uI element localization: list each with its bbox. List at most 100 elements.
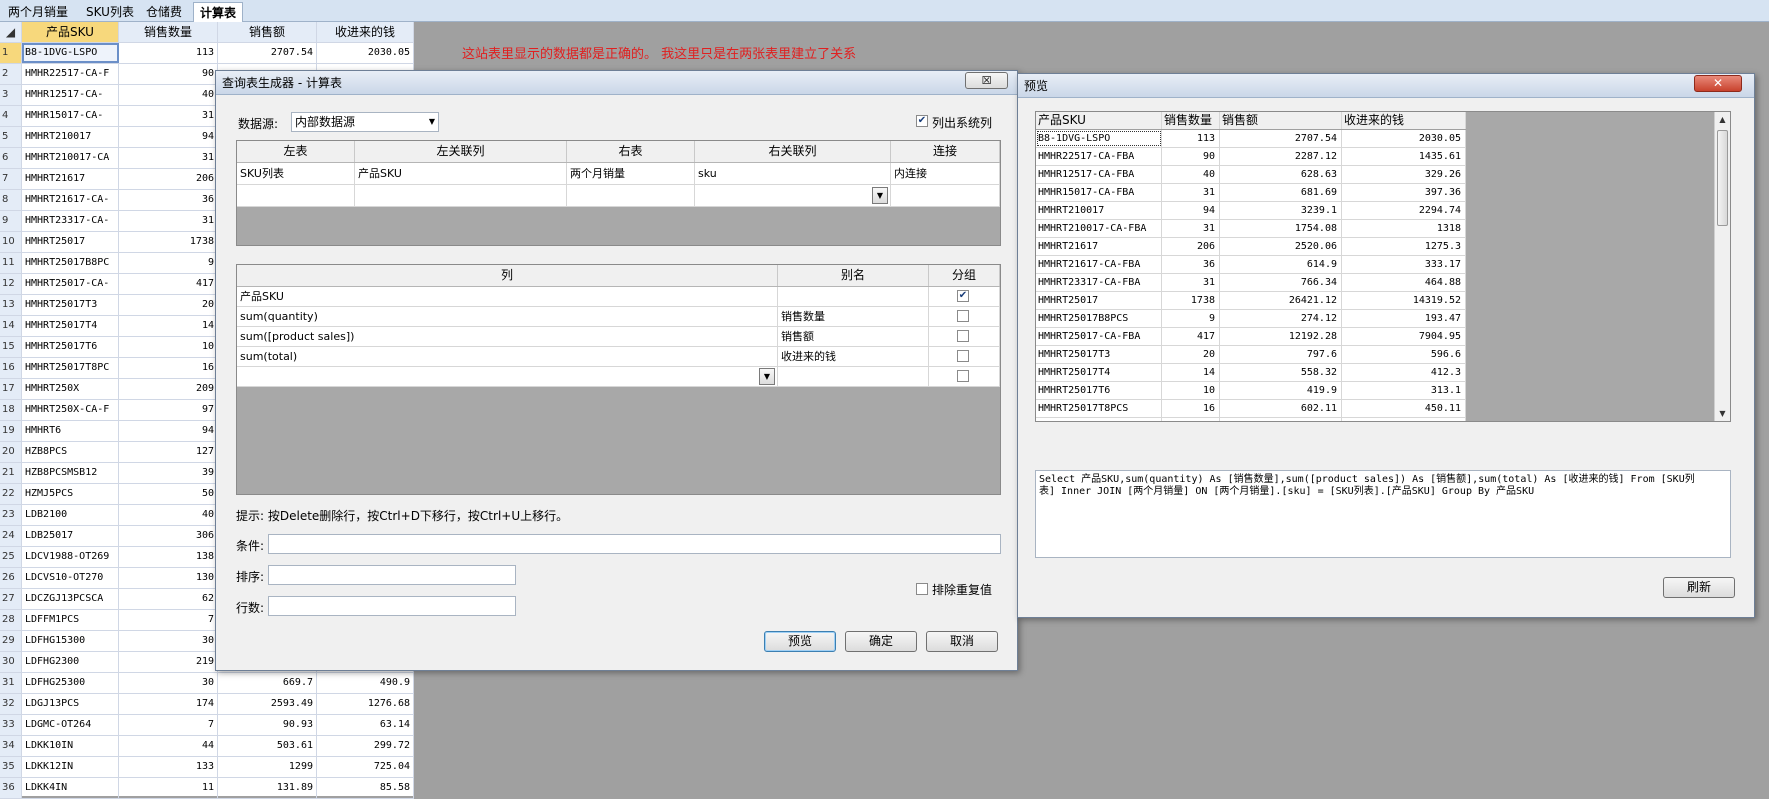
amount-cell[interactable]: 90.93 [218,715,317,735]
sku-cell[interactable]: HMHRT25017T6 [22,337,119,357]
preview-sku-cell[interactable]: HMHRT25017T6 [1036,382,1162,399]
sku-cell[interactable]: HMHR15017-CA- [22,106,119,126]
join-new-right-table-cell[interactable] [567,185,695,206]
income-cell[interactable]: 1276.68 [317,694,414,714]
preview-qty-cell[interactable]: 14 [1162,364,1220,381]
preview-qty-cell[interactable]: 31 [1162,184,1220,201]
sql-text-area[interactable]: Select 产品SKU,sum(quantity) As [销售数量],sum… [1035,470,1731,558]
qty-cell[interactable]: 20 [119,295,218,315]
qty-cell[interactable]: 30 [119,673,218,693]
row-number[interactable]: 31 [0,673,22,693]
qty-cell[interactable]: 39 [119,463,218,483]
income-cell[interactable]: 299.72 [317,736,414,756]
sku-cell[interactable]: LDKK12IN [22,757,119,777]
qty-cell[interactable]: 36 [119,190,218,210]
sku-cell[interactable]: LDFFM1PCS [22,610,119,630]
sku-cell[interactable]: HMHRT21617-CA- [22,190,119,210]
column-expr-cell[interactable]: 产品SKU [237,287,778,306]
sku-cell[interactable]: HMHRT25017B8PC [22,253,119,273]
preview-button[interactable]: 预览 [764,631,836,652]
row-number[interactable]: 24 [0,526,22,546]
preview-qty-cell[interactable]: 20 [1162,346,1220,363]
qty-cell[interactable]: 40 [119,85,218,105]
preview-qty-cell[interactable]: 90 [1162,148,1220,165]
preview-income-cell[interactable]: 7904.95 [1342,328,1466,345]
sku-cell[interactable]: LDB2100 [22,505,119,525]
row-number[interactable]: 27 [0,589,22,609]
sku-cell[interactable]: LDCVS10-OT270 [22,568,119,588]
preview-amount-cell[interactable]: 766.34 [1220,274,1342,291]
preview-amount-cell[interactable]: 12192.28 [1220,328,1342,345]
sku-cell[interactable]: HMHR22517-CA-F [22,64,119,84]
sku-cell[interactable]: LDCV1988-OT269 [22,547,119,567]
preview-income-cell[interactable]: 1275.3 [1342,238,1466,255]
preview-income-cell[interactable]: 464.88 [1342,274,1466,291]
preview-sku-cell[interactable]: HMHRT25017T4 [1036,364,1162,381]
amount-cell[interactable]: 131.89 [218,778,317,798]
sku-cell[interactable]: HMHRT210017 [22,127,119,147]
group-checkbox[interactable]: ✔ [957,290,969,302]
row-number[interactable]: 16 [0,358,22,378]
row-number[interactable]: 6 [0,148,22,168]
preview-income-cell[interactable]: 2599.98 [1342,418,1466,421]
preview-amount-cell[interactable]: 4177.01 [1220,418,1342,421]
join-left-table-cell[interactable]: SKU列表 [237,163,355,184]
preview-row[interactable]: HMHRT21617-CA-FBA 36 614.9 333.17 [1036,256,1466,274]
preview-header-amount[interactable]: 销售额 [1220,112,1342,129]
preview-row[interactable]: B8-1DVG-LSPO 113 2707.54 2030.05 [1036,130,1466,148]
preview-income-cell[interactable]: 2030.05 [1342,130,1466,147]
row-number[interactable]: 30 [0,652,22,672]
preview-income-cell[interactable]: 1318 [1342,220,1466,237]
row-number[interactable]: 23 [0,505,22,525]
preview-sku-cell[interactable]: HMHRT25017B8PCS [1036,310,1162,327]
alias-cell[interactable]: 销售数量 [778,307,929,326]
preview-row[interactable]: HMHRT25017T6 10 419.9 313.1 [1036,382,1466,400]
qty-cell[interactable]: 94 [119,127,218,147]
preview-income-cell[interactable]: 2294.74 [1342,202,1466,219]
preview-amount-cell[interactable]: 3239.1 [1220,202,1342,219]
preview-sku-cell[interactable]: HMHRT25017T8PCS [1036,400,1162,417]
preview-qty-cell[interactable]: 10 [1162,382,1220,399]
join-new-left-col-cell[interactable] [355,185,567,206]
qty-cell[interactable]: 62 [119,589,218,609]
amount-cell[interactable]: 503.61 [218,736,317,756]
scroll-thumb[interactable] [1717,130,1728,226]
sku-cell[interactable]: HMHRT210017-CA [22,148,119,168]
select-all-corner[interactable]: ◢ [0,22,22,42]
qty-cell[interactable]: 206 [119,169,218,189]
amount-cell[interactable]: 669.7 [218,673,317,693]
amount-cell[interactable]: 2707.54 [218,43,317,63]
preview-sku-cell[interactable]: HMHRT250X [1036,418,1162,421]
row-number[interactable]: 34 [0,736,22,756]
preview-row[interactable]: HMHRT25017B8PCS 9 274.12 193.47 [1036,310,1466,328]
preview-sku-cell[interactable]: HMHRT25017 [1036,292,1162,309]
sku-cell[interactable]: HMHRT25017T8PC [22,358,119,378]
row-number[interactable]: 3 [0,85,22,105]
column-header-amount[interactable]: 销售额 [218,22,317,42]
distinct-checkbox[interactable] [916,583,928,595]
qty-cell[interactable]: 113 [119,43,218,63]
sku-cell[interactable]: HMHRT23317-CA- [22,211,119,231]
preview-row[interactable]: HMHRT210017-CA-FBA 31 1754.08 1318 [1036,220,1466,238]
sku-cell[interactable]: B8-1DVG-LSPO [22,43,119,63]
preview-row[interactable]: HMHRT25017-CA-FBA 417 12192.28 7904.95 [1036,328,1466,346]
column-def-row[interactable]: ▼ [237,367,1000,387]
sku-cell[interactable]: HZMJ5PCS [22,484,119,504]
tab-storage-fee[interactable]: 仓储费 [140,2,188,22]
column-expr-cell[interactable]: sum(quantity) [237,307,778,326]
preview-amount-cell[interactable]: 681.69 [1220,184,1342,201]
sku-cell[interactable]: HZB8PCS [22,442,119,462]
join-new-row[interactable]: ▼ [237,185,1000,207]
preview-scrollbar[interactable]: ▲ ▼ [1714,112,1730,421]
qty-cell[interactable]: 133 [119,757,218,777]
preview-row[interactable]: HMHRT25017T3 20 797.6 596.6 [1036,346,1466,364]
row-number[interactable]: 19 [0,421,22,441]
row-number[interactable]: 20 [0,442,22,462]
sku-cell[interactable]: LDFHG15300 [22,631,119,651]
ok-button[interactable]: 确定 [845,631,917,652]
scroll-up-icon[interactable]: ▲ [1715,112,1730,127]
preview-sku-cell[interactable]: HMHR22517-CA-FBA [1036,148,1162,165]
row-number[interactable]: 29 [0,631,22,651]
preview-sku-cell[interactable]: HMHRT23317-CA-FBA [1036,274,1162,291]
row-number[interactable]: 2 [0,64,22,84]
